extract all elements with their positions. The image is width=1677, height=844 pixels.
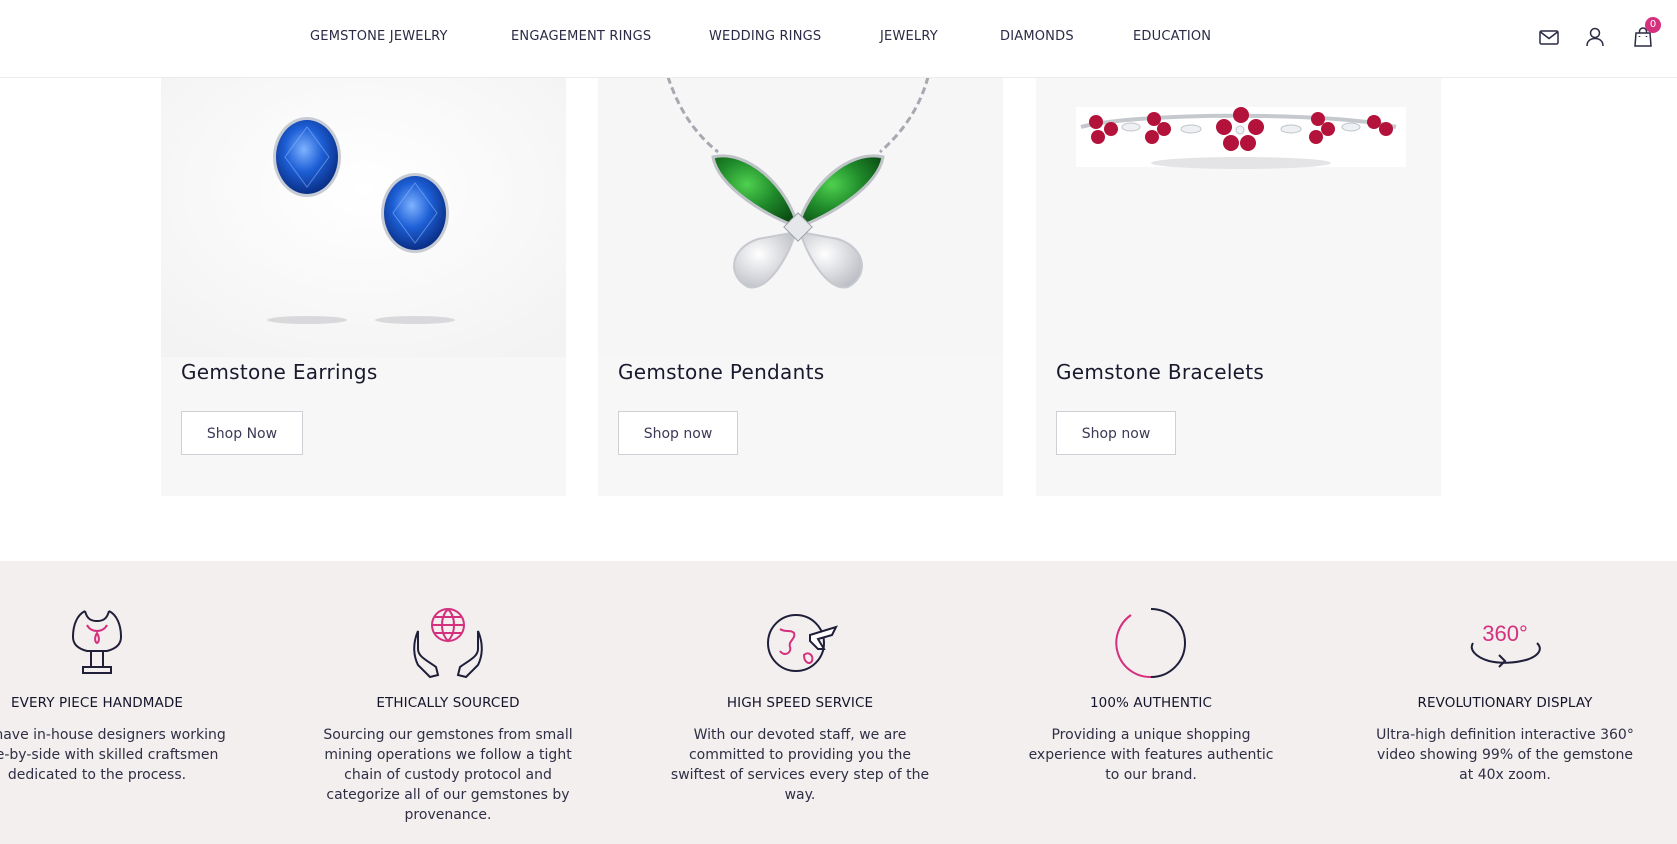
circle-icon [1115, 608, 1186, 679]
feature-title: EVERY PIECE HANDMADE [11, 695, 183, 711]
nav-item-education[interactable]: EDUCATION [1133, 29, 1211, 44]
globe-plane-icon [767, 614, 838, 672]
card-title: Gemstone Earrings [181, 360, 378, 384]
shop-now-button[interactable]: Shop now [1056, 411, 1176, 455]
top-navigation-bar: GEMSTONE JEWELRY ENGAGEMENT RINGS WEDDIN… [0, 0, 1677, 78]
ruby-bracelet-image [1036, 77, 1441, 357]
bust-necklace-icon [71, 610, 123, 674]
feature-description: Providing a unique shopping experience w… [1028, 727, 1274, 783]
mail-icon[interactable] [1537, 25, 1561, 49]
nav-item-gemstone-jewelry[interactable]: GEMSTONE JEWELRY [310, 29, 448, 44]
feature-title: HIGH SPEED SERVICE [726, 695, 874, 711]
feature-description: Sourcing our gemstones from small mining… [323, 727, 573, 823]
nav-item-wedding-rings[interactable]: WEDDING RINGS [709, 29, 821, 44]
feature-description: With our devoted staff, we are committed… [670, 727, 930, 803]
feature-title: REVOLUTIONARY DISPLAY [1417, 695, 1593, 711]
rotate-360-icon: 360° [1470, 621, 1541, 668]
shop-now-button[interactable]: Shop now [618, 411, 738, 455]
svg-text:360°: 360° [1482, 621, 1528, 646]
emerald-pendant-image [598, 77, 1003, 357]
user-icon[interactable] [1583, 25, 1607, 49]
feature-description: Ultra-high definition interactive 360° v… [1376, 727, 1634, 783]
sapphire-earrings-image [161, 77, 566, 357]
product-card-bracelets: Gemstone Bracelets Shop now [1036, 77, 1441, 496]
globe-hands-icon [413, 608, 483, 679]
feature-title: 100% AUTHENTIC [1089, 695, 1213, 711]
card-title: Gemstone Pendants [618, 360, 825, 384]
feature-title: ETHICALLY SOURCED [376, 695, 520, 711]
product-card-pendants: Gemstone Pendants Shop now [598, 77, 1003, 496]
nav-item-jewelry[interactable]: JEWELRY [880, 29, 938, 44]
product-card-earrings: Gemstone Earrings Shop Now [161, 77, 566, 496]
feature-description: We have in-house designers working side-… [0, 727, 226, 783]
shop-now-button[interactable]: Shop Now [181, 411, 303, 455]
nav-item-diamonds[interactable]: DIAMONDS [1000, 29, 1074, 44]
cart-count-badge: 0 [1645, 17, 1661, 33]
features-section: EVERY PIECE HANDMADE We have in-house de… [0, 561, 1677, 844]
card-title: Gemstone Bracelets [1056, 360, 1265, 384]
nav-item-engagement-rings[interactable]: ENGAGEMENT RINGS [511, 29, 651, 44]
